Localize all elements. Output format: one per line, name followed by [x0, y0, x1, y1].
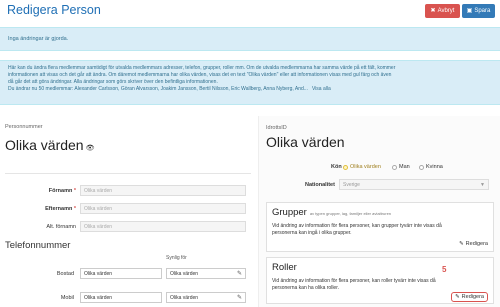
phone-home-input[interactable]: Olika värden [80, 268, 162, 279]
visible-for-label: Synlig för [166, 255, 187, 261]
personnummer-value: Olika värden 👁 [5, 137, 94, 153]
nationality-select[interactable]: Sverige ▼ [339, 179, 489, 190]
gender-option-mixed[interactable]: Olika värden [343, 164, 381, 170]
groups-edit-button[interactable]: ✎ Redigera [459, 241, 488, 247]
idrottsid-value: Olika värden [266, 134, 345, 150]
info-alert: Här kan du ändra flera medlemmar samtidi… [0, 60, 500, 105]
visibility-text: Olika värden [170, 295, 199, 301]
roles-description: Vid ändring av information för flera per… [272, 278, 488, 292]
groups-subtitle: av typen grupper, lag, familjer eller av… [309, 211, 392, 216]
edit-label: Redigera [461, 294, 484, 300]
edit-label: Redigera [465, 241, 488, 247]
alt-firstname-input[interactable]: Olika värden [80, 221, 246, 232]
no-changes-alert: Inga ändringar är gjorda. [0, 27, 500, 51]
phone-row-home: Bostad Olika värden Olika värden ✎ [0, 268, 252, 280]
required-mark: * [73, 188, 76, 194]
roles-title: Roller [272, 262, 297, 273]
phone-mobile-input[interactable]: Olika värden [80, 292, 162, 303]
roles-text-line: personerna kan ha olika roller. [272, 285, 339, 291]
alt-firstname-label: Alt. förnamn [46, 224, 76, 230]
close-icon: ✖ [430, 8, 436, 14]
save-button-label: Spara [474, 8, 491, 14]
groups-title-text: Grupper [272, 207, 307, 218]
phone-home-visibility[interactable]: Olika värden ✎ [166, 268, 246, 279]
right-column: IdrottsID Olika värden Kön Olika värden … [258, 116, 500, 307]
phone-section-title: Telefonnummer [5, 240, 71, 251]
cancel-button[interactable]: ✖ Avbryt [425, 4, 460, 18]
nationality-row: Nationalitet Sverige ▼ [259, 179, 500, 191]
cancel-button-label: Avbryt [437, 8, 455, 14]
alt-firstname-row: Alt. förnamn Olika värden [0, 221, 252, 233]
save-button[interactable]: ▣ Spara [462, 4, 495, 18]
idrottsid-label: IdrottsID [266, 125, 287, 131]
gender-option-woman[interactable]: Kvinna [419, 164, 443, 170]
roles-text-line: Vid ändring av information för flera per… [272, 278, 436, 284]
annotation-marker: 5 [442, 265, 447, 274]
edit-icon[interactable]: ✎ [237, 294, 242, 301]
show-all-link[interactable]: Visa alla [312, 86, 331, 92]
members-list: Du ändrar nu 50 medlemmar: Alexander Car… [8, 86, 308, 92]
lastname-input[interactable]: Olika värden [80, 203, 246, 214]
edit-icon: ✎ [459, 241, 464, 247]
no-changes-text: Inga ändringar är gjorda. [8, 36, 69, 42]
nationality-label: Nationalitet [305, 182, 335, 188]
lastname-row: Efternamn * Olika värden [0, 203, 252, 215]
edit-icon: ✎ [455, 294, 460, 300]
radio-icon [343, 164, 348, 170]
groups-description: Vid ändring av information för flera per… [272, 223, 488, 237]
firstname-input[interactable]: Olika värden [80, 185, 246, 196]
info-text-line: informationen att visas och det går att … [8, 72, 392, 78]
lastname-label-text: Efternamn [45, 206, 73, 212]
info-text-line: då går det att göra ändringar. Alla ändr… [8, 79, 218, 85]
phone-mobile-label: Mobil [60, 295, 74, 301]
personnummer-label: Personnummer [5, 124, 43, 130]
chevron-down-icon: ▼ [480, 182, 485, 188]
phone-mobile-visibility[interactable]: Olika värden ✎ [166, 292, 246, 303]
gender-option-man[interactable]: Man [392, 164, 410, 170]
required-mark: * [73, 206, 76, 212]
gender-label: Kön [331, 164, 342, 170]
phone-row-mobile: Mobil Olika värden Olika värden ✎ [0, 292, 252, 304]
nationality-value: Sverige [343, 182, 360, 188]
roles-panel: Roller Vid ändring av information för fl… [266, 257, 494, 304]
radio-icon [419, 164, 424, 170]
edit-icon[interactable]: ✎ [237, 270, 242, 277]
divider [5, 173, 251, 174]
gender-option-label: Man [399, 164, 410, 170]
gender-option-label: Kvinna [426, 164, 443, 170]
groups-text-line: Vid ändring av information för flera per… [272, 223, 442, 229]
groups-panel: Grupper av typen grupper, lag, familjer e… [266, 202, 494, 252]
gender-row: Kön Olika värden Man Kvinna [259, 163, 500, 173]
left-column: Personnummer Olika värden 👁 Förnamn * Oli… [0, 116, 252, 307]
firstname-row: Förnamn * Olika värden [0, 185, 252, 197]
gender-option-label: Olika värden [350, 164, 381, 170]
phone-home-label: Bostad [56, 271, 74, 277]
visibility-text: Olika värden [170, 271, 199, 277]
info-text-line: Här kan du ändra flera medlemmar samtidi… [8, 65, 396, 71]
page-header: Redigera Person ✖ Avbryt ▣ Spara [0, 0, 500, 24]
save-icon: ▣ [466, 8, 473, 14]
eye-icon[interactable]: 👁 [86, 145, 95, 152]
personnummer-value-text: Olika värden [5, 137, 84, 153]
page-title: Redigera Person [7, 3, 101, 17]
info-members-line: Du ändrar nu 50 medlemmar: Alexander Car… [8, 86, 492, 93]
radio-icon [392, 164, 397, 170]
firstname-label-text: Förnamn [48, 188, 73, 194]
groups-text-line: personerna kan ingå i olika grupper. [272, 230, 352, 236]
lastname-label: Efternamn * [45, 206, 76, 212]
roles-edit-button[interactable]: ✎ Redigera [451, 292, 488, 302]
firstname-label: Förnamn * [49, 188, 76, 194]
groups-title: Grupper av typen grupper, lag, familjer e… [272, 207, 391, 218]
